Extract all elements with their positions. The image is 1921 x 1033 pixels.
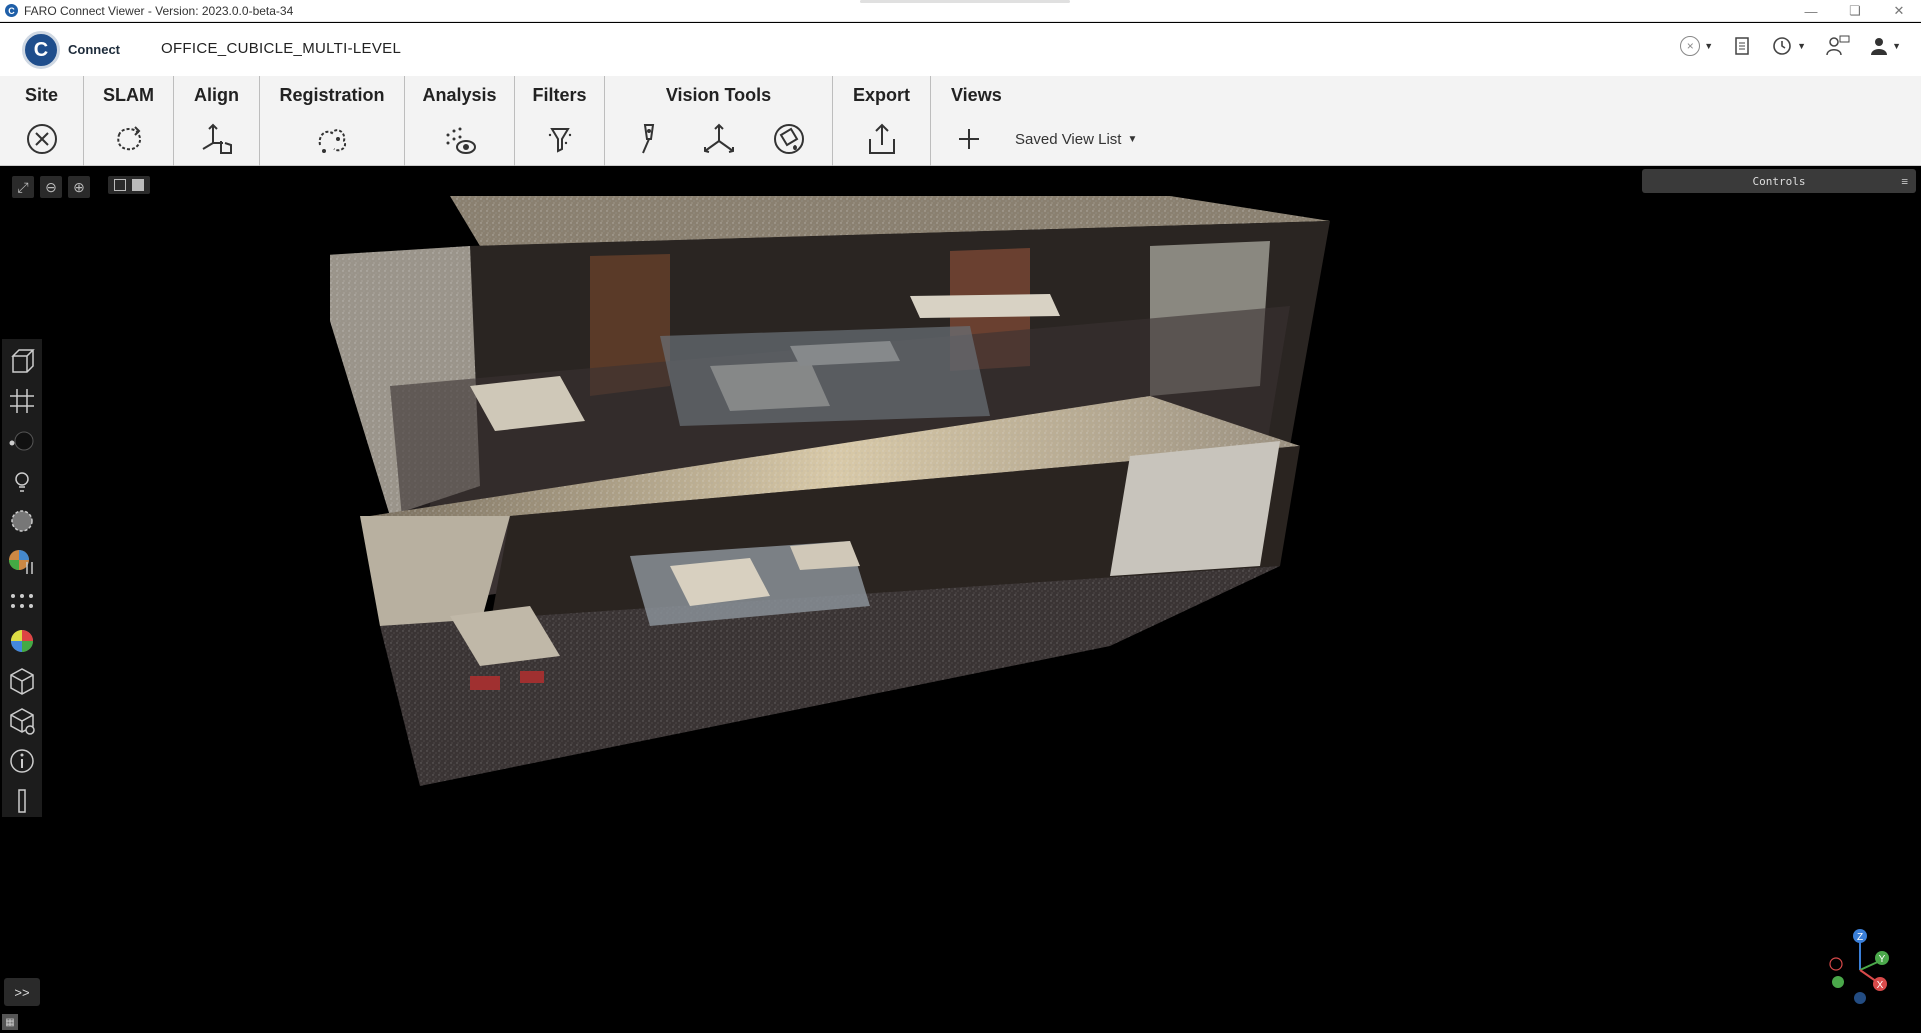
- ribbon-group-views: Views Saved View List ▼: [931, 76, 1231, 166]
- device-status-dropdown[interactable]: × ▼: [1680, 36, 1713, 56]
- axis-z-label: Z: [1857, 932, 1863, 943]
- app-header: C Connect OFFICE_CUBICLE_MULTI-LEVEL × ▼ …: [0, 23, 1921, 76]
- ribbon-group-label: Align: [194, 85, 239, 105]
- info-icon[interactable]: [6, 745, 38, 777]
- axis-x-label: X: [1877, 980, 1884, 991]
- slam-loop-icon[interactable]: [111, 121, 147, 157]
- zoom-in-icon[interactable]: ⊕: [68, 176, 90, 198]
- grid-icon[interactable]: [6, 385, 38, 417]
- saved-view-list-label: Saved View List: [1015, 130, 1122, 148]
- close-circle-icon[interactable]: [24, 121, 60, 157]
- axes-tool-icon[interactable]: [701, 121, 737, 157]
- menu-icon[interactable]: ≡: [1901, 175, 1908, 188]
- minimize-button[interactable]: —: [1789, 0, 1833, 22]
- ribbon-group-filters: Filters: [515, 76, 605, 166]
- ribbon-group-site: Site: [0, 76, 84, 166]
- document-button[interactable]: [1733, 36, 1751, 56]
- color-wheel-icon[interactable]: [6, 625, 38, 657]
- ribbon-group-label: Vision Tools: [665, 85, 772, 105]
- history-dropdown[interactable]: ▼: [1771, 35, 1806, 57]
- lighting-icon[interactable]: [6, 465, 38, 497]
- solid-square-icon[interactable]: [132, 179, 144, 191]
- ribbon-toolbar: Site SLAM Align Registration Analysis Fi…: [0, 76, 1921, 166]
- ribbon-group-label: SLAM: [103, 85, 154, 105]
- expand-panel-button[interactable]: >>: [4, 978, 40, 1006]
- filter-icon[interactable]: [542, 121, 578, 157]
- controls-panel-header[interactable]: Controls ≡: [1642, 169, 1916, 193]
- export-icon[interactable]: [864, 121, 900, 157]
- analysis-icon[interactable]: [442, 121, 478, 157]
- pin-tool-icon[interactable]: [631, 121, 667, 157]
- ribbon-group-label: Export: [852, 85, 910, 105]
- registration-icon[interactable]: [314, 121, 350, 157]
- ribbon-group-label: Analysis: [422, 85, 497, 105]
- ribbon-group-label: Registration: [279, 85, 385, 105]
- document-icon: [1735, 37, 1749, 55]
- controls-label: Controls: [1752, 174, 1806, 188]
- 3d-viewport[interactable]: ⤢ ⊖ ⊕ Controls ≡ >> ▦ Z Y X: [0, 166, 1921, 1033]
- axis-y-label: Y: [1879, 954, 1886, 965]
- view-mode-toggle[interactable]: [108, 176, 150, 194]
- bounding-box-icon[interactable]: [6, 345, 38, 377]
- ribbon-group-label: Filters: [532, 85, 587, 105]
- window-titlebar: C FARO Connect Viewer - Version: 2023.0.…: [0, 0, 1921, 22]
- cube-settings-icon[interactable]: [6, 705, 38, 737]
- points-grid-icon[interactable]: [6, 585, 38, 617]
- window-title: FARO Connect Viewer - Version: 2023.0.0-…: [24, 3, 294, 18]
- connect-logo[interactable]: C: [22, 31, 60, 69]
- user-icon: [1871, 38, 1888, 55]
- add-view-icon[interactable]: [951, 121, 987, 157]
- ribbon-group-slam: SLAM: [84, 76, 174, 166]
- ribbon-group-registration: Registration: [260, 76, 405, 166]
- app-icon: C: [5, 4, 18, 17]
- wireframe-square-icon[interactable]: [114, 179, 126, 191]
- status-corner-icon[interactable]: ▦: [2, 1014, 18, 1030]
- disconnected-icon: ×: [1680, 36, 1701, 56]
- ruler-icon[interactable]: [6, 785, 38, 817]
- chevron-down-icon: ▼: [1892, 41, 1901, 51]
- chevron-down-icon: ▼: [1704, 41, 1714, 51]
- project-name: OFFICE_CUBICLE_MULTI-LEVEL: [161, 40, 402, 57]
- ribbon-group-export: Export: [833, 76, 931, 166]
- ribbon-group-vision-tools: Vision Tools: [605, 76, 833, 166]
- ribbon-group-align: Align: [174, 76, 260, 166]
- chevron-down-icon: ▼: [1127, 133, 1138, 145]
- brand-label: Connect: [68, 42, 120, 57]
- user-menu-dropdown[interactable]: ▼: [1870, 36, 1901, 56]
- cube-icon[interactable]: [6, 665, 38, 697]
- sphere-icon[interactable]: [6, 505, 38, 537]
- paint-bucket-icon[interactable]: [771, 121, 807, 157]
- share-users-button[interactable]: [1826, 35, 1850, 57]
- zoom-out-icon[interactable]: ⊖: [40, 176, 62, 198]
- ribbon-group-label: Site: [24, 85, 58, 105]
- close-button[interactable]: ✕: [1877, 0, 1921, 22]
- align-hand-icon[interactable]: [199, 121, 235, 157]
- drag-handle[interactable]: [860, 0, 1070, 3]
- saved-view-list-dropdown[interactable]: Saved View List ▼: [1015, 131, 1137, 148]
- point-cloud-render[interactable]: [330, 186, 1430, 926]
- color-adjust-icon[interactable]: [6, 545, 38, 577]
- history-icon: [1773, 37, 1791, 55]
- fit-view-icon[interactable]: ⤢: [12, 176, 34, 198]
- axis-gizmo: Z Y X: [1829, 929, 1889, 1004]
- ribbon-group-analysis: Analysis: [405, 76, 515, 166]
- ribbon-group-label: Views: [951, 85, 1002, 105]
- point-size-icon[interactable]: [6, 425, 38, 457]
- users-icon: [1826, 35, 1850, 56]
- left-toolbar: [2, 339, 42, 817]
- restore-button[interactable]: ❏: [1833, 0, 1877, 22]
- chevron-down-icon: ▼: [1797, 41, 1807, 51]
